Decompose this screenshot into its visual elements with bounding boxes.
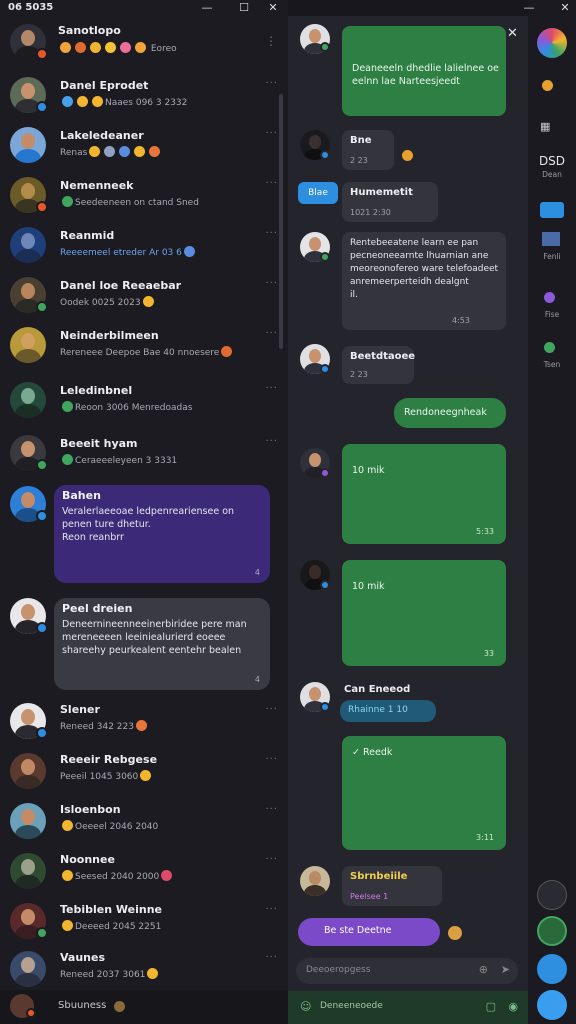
close-icon[interactable]: ✕ xyxy=(558,1,572,15)
message-bubble[interactable]: Bne 2 23 xyxy=(342,130,394,170)
message-bubble[interactable]: ✓ Reedk 3:11 xyxy=(342,736,506,850)
message-bubble[interactable]: Humemetit 1021 2:30 xyxy=(342,182,438,222)
message-bubble[interactable]: Be ste Deetne xyxy=(298,918,440,946)
message-bubble[interactable]: Rhainne 1 10 xyxy=(340,700,436,722)
secondary-input[interactable]: ☺ Deneeneoede ▢ ◉ xyxy=(288,991,528,1024)
rail-title: DSD xyxy=(538,154,566,168)
list-item[interactable]: Beeeit hyam Ceraeeeleyeen 3 3331 ··· xyxy=(0,432,288,482)
list-item[interactable]: Reanmid Reeeemeel etreder Ar 03 6 ··· xyxy=(0,224,288,274)
list-item[interactable]: Reeeir Rebgese Peeeil 1045 3060 ··· xyxy=(0,750,288,800)
list-item[interactable]: Tebiblen Weinne Deeeed 2045 2251 ··· xyxy=(0,900,288,950)
rail-label: Fenli xyxy=(543,252,561,261)
status-icon[interactable] xyxy=(544,292,555,303)
message-bubble[interactable]: Bahen Veralerlaeeoae ledpenreariensee on… xyxy=(54,485,270,583)
rail-label: Fise xyxy=(544,310,560,319)
message-bubble[interactable]: Deaneeeln dhedlie lalielnee oe eelnn lae… xyxy=(342,26,506,116)
compose-icon[interactable] xyxy=(537,990,567,1020)
status-icon[interactable] xyxy=(544,342,555,353)
send-icon[interactable]: ➤ xyxy=(501,963,510,976)
rail-label: Tsen xyxy=(543,360,561,369)
profile-header[interactable]: Sanotlopo Eoreo ⋮ xyxy=(0,18,288,66)
emoji-icon[interactable]: ☺ xyxy=(300,1000,311,1013)
message-bubble[interactable]: Rentebeeatene learn ee pan pecneoneearnt… xyxy=(342,232,506,330)
message-bubble[interactable]: Rendoneegnheak xyxy=(394,398,506,428)
message-bubble[interactable]: 10 mik 33 xyxy=(342,560,506,666)
message-input[interactable]: Deeoeropgess ⊕ ➤ xyxy=(296,958,518,984)
footer-label: Sbuuness xyxy=(58,1000,107,1011)
more-menu-icon[interactable]: ⋮ xyxy=(265,34,278,48)
maximize-icon[interactable]: ☐ xyxy=(237,1,251,15)
calendar-icon[interactable]: ▦ xyxy=(540,120,550,133)
camera-icon[interactable]: ▢ xyxy=(486,1000,496,1013)
chat-list-panel: 06 5035 — ☐ ✕ Sanotlopo Eoreo ⋮ Danel Ep… xyxy=(0,0,288,1024)
title-bar: 06 5035 — ☐ ✕ xyxy=(0,0,288,16)
list-item[interactable]: Noonnee Seesed 2040 2000 ··· xyxy=(0,850,288,900)
list-item[interactable]: Nemenneek Seedeeneen on ctand Sned ··· xyxy=(0,174,288,224)
settings-icon[interactable] xyxy=(537,880,567,910)
status-badge xyxy=(36,48,48,60)
list-item[interactable]: Lakeledeaner Renas ··· xyxy=(0,124,288,174)
list-item[interactable]: Leledinbnel Reoon 3006 Menredoadas ··· xyxy=(0,379,288,429)
message-bubble[interactable]: Beetdtaoee 2 23 xyxy=(342,346,415,384)
list-item[interactable]: Neinderbilmeen Rereneee Deepoe Bae 40 nn… xyxy=(0,324,288,374)
attach-icon[interactable]: ⊕ xyxy=(479,963,488,976)
conversation-panel: ⌕ ✕ Deaneeeln dhedlie lalielnee oe eelnn… xyxy=(288,16,528,1024)
list-item[interactable]: Danel loe Reeaebar Oodek 0025 2023 ··· xyxy=(0,274,288,324)
mic-icon[interactable]: ◉ xyxy=(508,1000,518,1013)
scrollbar[interactable] xyxy=(279,94,283,349)
label-chip[interactable]: Blae xyxy=(298,182,338,204)
message-bubble[interactable]: 10 mik 5:33 xyxy=(342,444,506,544)
emoji-icon[interactable] xyxy=(542,80,553,91)
close-icon[interactable]: ✕ xyxy=(507,26,518,41)
list-item[interactable]: Isloenbon Oeeeel 2046 2040 ··· xyxy=(0,800,288,850)
message-bubble[interactable]: Sbrnbeiile Peelsee 1 xyxy=(342,866,442,906)
rail-label: Dean xyxy=(542,170,562,179)
sender-name: Can Eneeod xyxy=(344,684,411,695)
profile-status: Eoreo xyxy=(58,42,177,54)
profile-name: Sanotlopo xyxy=(58,24,121,37)
minimize-icon[interactable]: — xyxy=(200,1,214,15)
close-icon[interactable]: ✕ xyxy=(266,1,280,15)
folder-icon[interactable] xyxy=(540,202,564,218)
list-item[interactable]: Slener Reneed 342 223 ··· xyxy=(0,700,288,750)
avatar[interactable] xyxy=(537,916,567,946)
side-rail: — ✕ ▦ DSD Dean Fenli Fise Tsen xyxy=(524,0,576,1024)
bluetooth-icon[interactable] xyxy=(537,954,567,984)
flag-icon[interactable] xyxy=(542,232,560,246)
footer-bar: Sbuuness xyxy=(0,990,288,1024)
message-bubble[interactable]: Peel dreien Deneernineenneeinerbiridee p… xyxy=(54,598,270,690)
window-title: 06 5035 xyxy=(8,2,54,13)
maximize-icon[interactable] xyxy=(524,0,538,14)
list-item[interactable]: Danel Eprodet Naaes 096 3 2332 ··· xyxy=(0,74,288,124)
app-logo-icon[interactable] xyxy=(537,28,567,58)
